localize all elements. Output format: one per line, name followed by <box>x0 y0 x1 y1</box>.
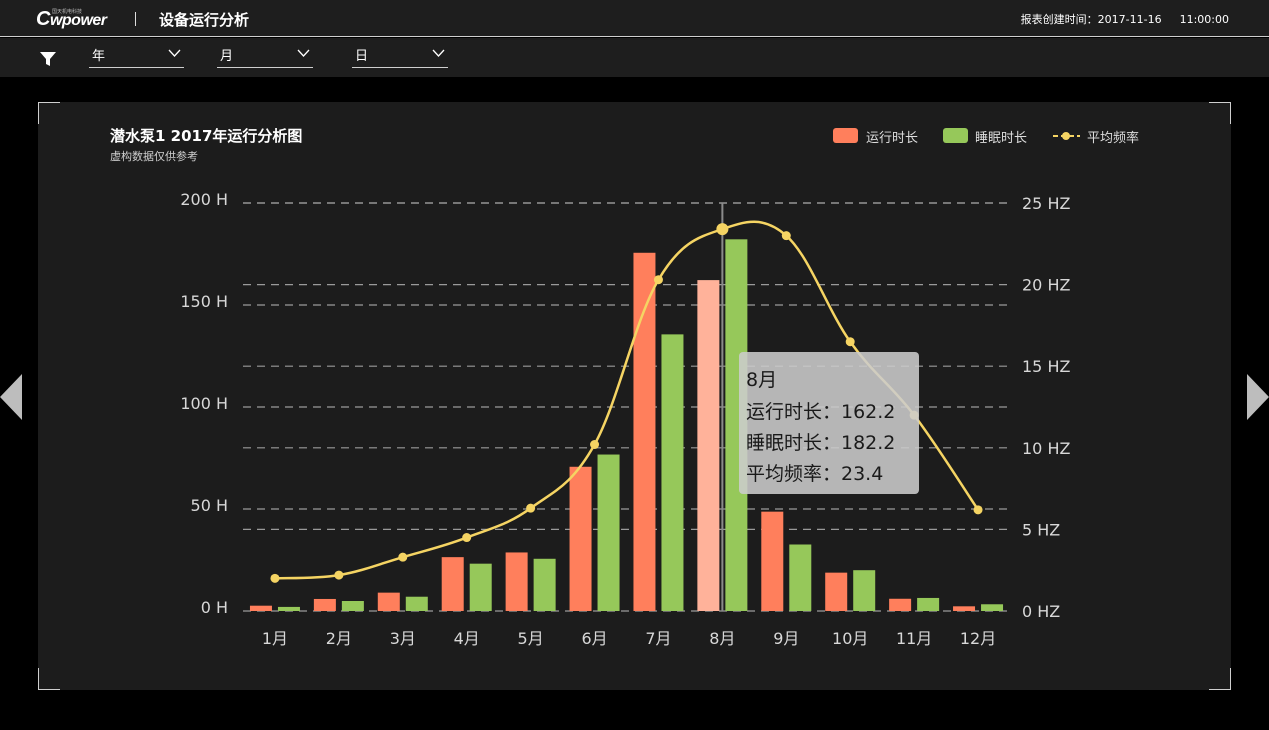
chart-title: 潜水泵1 2017年运行分析图 <box>110 127 302 145</box>
freq-point[interactable] <box>334 570 344 580</box>
x-axis-tick-label: 10月 <box>832 629 868 648</box>
freq-point[interactable] <box>653 275 663 285</box>
bar-run[interactable] <box>505 552 528 611</box>
freq-point[interactable] <box>398 552 408 562</box>
x-axis-tick-label: 3月 <box>390 629 416 648</box>
right-axis-tick-label: 10 HZ <box>1022 439 1070 458</box>
bar-run[interactable] <box>377 592 400 611</box>
triangle-right-icon[interactable] <box>1247 374 1269 420</box>
legend-label-freq: 平均频率 <box>1087 130 1139 146</box>
bar-run[interactable] <box>313 598 336 611</box>
bar-sleep[interactable] <box>789 544 812 611</box>
legend-swatch-sleep[interactable] <box>943 128 968 143</box>
bar-sleep[interactable] <box>341 601 364 611</box>
x-axis-tick-label: 2月 <box>326 629 352 648</box>
x-axis-tick-label: 1月 <box>262 629 288 648</box>
legend-swatch-run[interactable] <box>833 128 858 143</box>
bar-sleep[interactable] <box>533 558 556 611</box>
legend-label-sleep: 睡眠时长 <box>975 131 1027 146</box>
bar-sleep[interactable] <box>597 454 620 611</box>
tooltip-line: 运行时长：162.2 <box>746 401 895 423</box>
freq-point[interactable] <box>845 337 855 347</box>
x-axis-tick-label: 6月 <box>581 629 607 648</box>
freq-point[interactable] <box>462 533 472 543</box>
bar-run[interactable] <box>441 557 464 611</box>
x-axis-tick-label: 7月 <box>645 629 671 648</box>
bar-sleep[interactable] <box>853 570 876 611</box>
freq-point[interactable] <box>590 440 600 450</box>
x-axis-tick-label: 8月 <box>709 629 735 648</box>
x-axis-tick-label: 12月 <box>960 629 996 648</box>
right-axis-tick-label: 20 HZ <box>1022 276 1070 295</box>
left-axis-tick-label: 100 H <box>180 394 228 413</box>
chart-svg[interactable]: 潜水泵1 2017年运行分析图虚构数据仅供参考 运行时长 睡眠时长 平均频率 0 H 50… <box>0 0 1269 730</box>
x-axis-tick-label: 9月 <box>773 629 799 648</box>
left-axis-tick-label: 50 H <box>191 496 228 515</box>
freq-point[interactable] <box>526 503 536 513</box>
bar-run[interactable] <box>697 280 720 611</box>
freq-point[interactable] <box>270 573 280 583</box>
x-axis-tick-label: 4月 <box>454 629 480 648</box>
bar-run[interactable] <box>761 511 784 611</box>
bar-run[interactable] <box>953 606 976 611</box>
right-axis-tick-label: 15 HZ <box>1022 357 1070 376</box>
legend-marker-freq <box>1062 132 1070 140</box>
x-axis-tick-label: 5月 <box>518 629 544 648</box>
bar-run[interactable] <box>889 598 912 611</box>
tooltip-line: 平均频率：23.4 <box>746 463 883 485</box>
bar-sleep[interactable] <box>405 596 428 611</box>
tooltip-line: 睡眠时长：182.2 <box>746 432 895 454</box>
bar-run[interactable] <box>569 466 592 611</box>
x-axis-tick-label: 11月 <box>896 629 932 648</box>
freq-point[interactable] <box>781 231 791 241</box>
bar-sleep[interactable] <box>981 604 1004 611</box>
right-axis-tick-label: 25 HZ <box>1022 194 1070 213</box>
tooltip-title: 8月 <box>746 369 777 391</box>
bar-sleep[interactable] <box>661 334 684 611</box>
freq-point[interactable] <box>716 223 729 236</box>
triangle-left-icon[interactable] <box>0 374 22 420</box>
right-axis-tick-label: 5 HZ <box>1022 520 1060 539</box>
legend-label-run: 运行时长 <box>866 131 918 146</box>
bar-sleep[interactable] <box>277 606 300 611</box>
right-axis-tick-label: 0 HZ <box>1022 602 1060 621</box>
freq-point[interactable] <box>973 505 983 515</box>
bar-sleep[interactable] <box>917 597 940 611</box>
left-axis-tick-label: 200 H <box>180 190 228 209</box>
chart-subtitle: 虚构数据仅供参考 <box>110 149 198 163</box>
bar-sleep[interactable] <box>469 563 492 611</box>
bar-run[interactable] <box>249 605 272 611</box>
bar-run[interactable] <box>825 572 848 611</box>
left-axis-tick-label: 150 H <box>180 292 228 311</box>
left-axis-tick-label: 0 H <box>201 598 228 617</box>
